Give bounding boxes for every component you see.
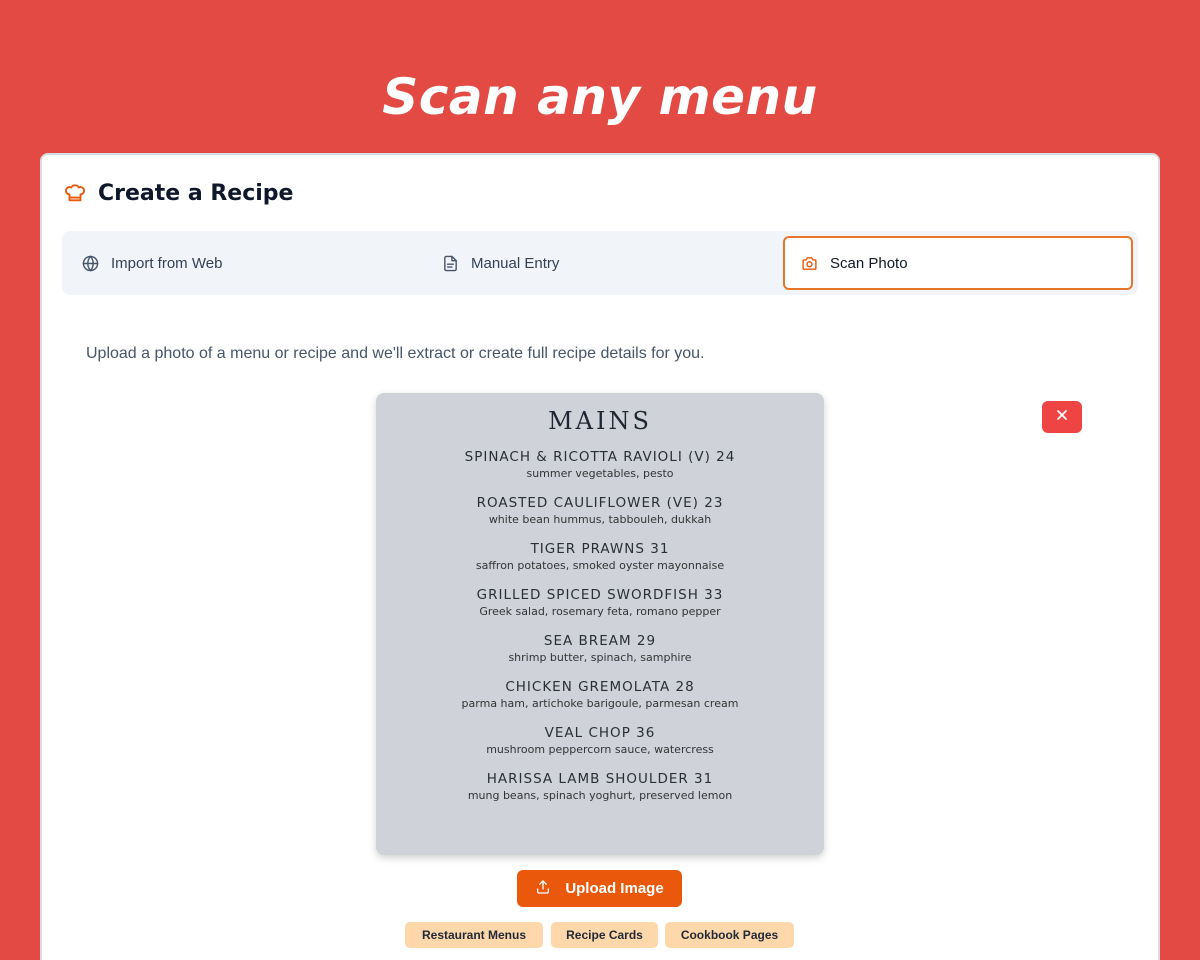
dish-description: saffron potatoes, smoked oyster mayonnai…	[475, 559, 725, 572]
menu-dish: GRILLED SPICED SWORDFISH 33 Greek salad,…	[376, 587, 824, 619]
dish-description: white bean hummus, tabbouleh, dukkah	[488, 513, 712, 526]
menu-dish: VEAL CHOP 36 mushroom peppercorn sauce, …	[376, 725, 824, 757]
dish-name: VEAL CHOP 36	[544, 725, 656, 741]
tag-recipe-cards: Recipe Cards	[551, 922, 658, 948]
dish-description: mushroom peppercorn sauce, watercress	[486, 743, 714, 756]
upload-button-label: Upload Image	[565, 880, 664, 897]
tab-label: Import from Web	[111, 254, 223, 272]
tag-restaurant-menus: Restaurant Menus	[405, 922, 543, 948]
dish-description: shrimp butter, spinach, samphire	[508, 651, 692, 664]
upload-image-button[interactable]: Upload Image	[517, 870, 682, 907]
dish-name: GRILLED SPICED SWORDFISH 33	[476, 587, 724, 603]
dish-name: HARISSA LAMB SHOULDER 31	[486, 771, 714, 787]
close-icon	[1056, 408, 1068, 426]
intro-text: Upload a photo of a menu or recipe and w…	[86, 345, 705, 362]
menu-dish: SPINACH & RICOTTA RAVIOLI (V) 24 summer …	[376, 449, 824, 481]
dish-name: SEA BREAM 29	[543, 633, 657, 649]
hero-title: Scan any menu	[382, 68, 818, 126]
menu-heading: MAINS	[548, 407, 652, 435]
dish-description: Greek salad, rosemary feta, romano peppe…	[479, 605, 721, 618]
create-recipe-card: Create a Recipe Import from Web Manual E…	[40, 153, 1160, 960]
menu-dish: CHICKEN GREMOLATA 28 parma ham, artichok…	[376, 679, 824, 711]
camera-icon	[801, 255, 818, 272]
card-header: Create a Recipe	[64, 177, 293, 209]
tab-label: Manual Entry	[471, 254, 560, 272]
dish-name: SPINACH & RICOTTA RAVIOLI (V) 24	[464, 449, 736, 465]
chef-hat-icon	[64, 182, 86, 204]
menu-dish: SEA BREAM 29 shrimp butter, spinach, sam…	[376, 633, 824, 665]
card-title: Create a Recipe	[98, 180, 294, 206]
dish-name: ROASTED CAULIFLOWER (VE) 23	[476, 495, 724, 511]
tag-cookbook-pages: Cookbook Pages	[665, 922, 794, 948]
dish-description: mung beans, spinach yoghurt, preserved l…	[467, 789, 733, 802]
dish-description: parma ham, artichoke barigoule, parmesan…	[461, 697, 739, 710]
menu-dish: TIGER PRAWNS 31 saffron potatoes, smoked…	[376, 541, 824, 573]
menu-dish: HARISSA LAMB SHOULDER 31 mung beans, spi…	[376, 771, 824, 803]
tab-scan-photo[interactable]: Scan Photo	[783, 236, 1133, 290]
tab-import-from-web[interactable]: Import from Web	[62, 236, 420, 290]
tab-label: Scan Photo	[830, 254, 908, 272]
document-icon	[442, 255, 459, 272]
dish-name: TIGER PRAWNS 31	[530, 541, 670, 557]
tab-manual-entry[interactable]: Manual Entry	[422, 236, 780, 290]
menu-dish: ROASTED CAULIFLOWER (VE) 23 white bean h…	[376, 495, 824, 527]
dish-name: CHICKEN GREMOLATA 28	[505, 679, 695, 695]
globe-icon	[82, 254, 99, 272]
remove-image-button[interactable]	[1042, 401, 1082, 433]
dish-description: summer vegetables, pesto	[526, 467, 674, 480]
upload-icon	[535, 879, 551, 899]
source-tabs: Import from Web Manual Entry Scan Photo	[62, 231, 1138, 295]
uploaded-menu-photo: MAINS SPINACH & RICOTTA RAVIOLI (V) 24 s…	[376, 393, 824, 855]
